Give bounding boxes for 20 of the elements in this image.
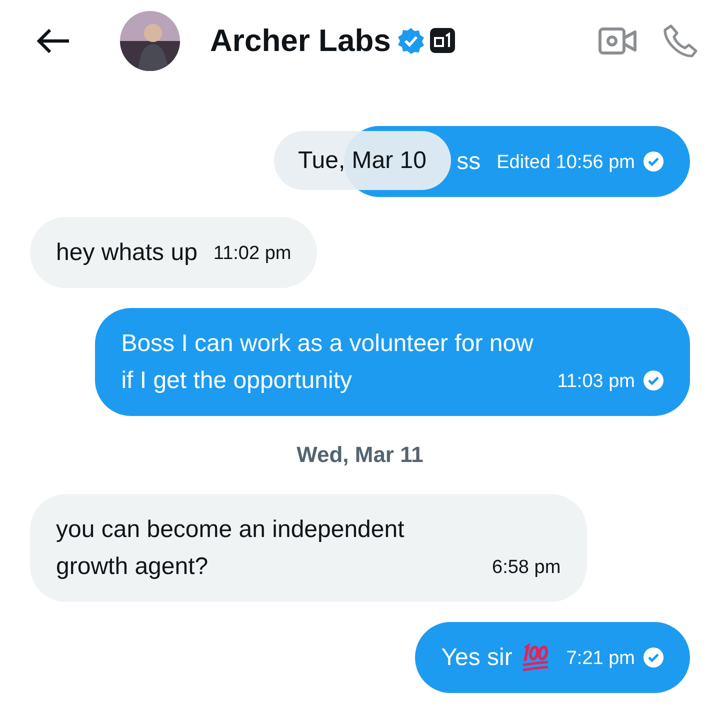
video-call-icon[interactable] (598, 26, 638, 56)
message-text: Yes sir (441, 643, 512, 673)
contact-name: Archer Labs (210, 23, 391, 59)
message-time: 11:03 pm (557, 370, 635, 394)
date-header: Tue, Mar 10 (274, 131, 450, 190)
message-bubble[interactable]: hey whats up 11:02 pm (30, 217, 318, 288)
back-arrow-icon[interactable] (36, 28, 70, 54)
message-text: ss (456, 147, 481, 177)
date-separator: Wed, Mar 11 (296, 441, 424, 469)
message-time: 6:58 pm (492, 556, 561, 580)
message-bubble[interactable]: Yes sir 7:21 pm (415, 622, 690, 693)
message-text: hey whats up (56, 238, 198, 268)
message-text: Boss I can work as a volunteer for now if I get the opportunity (121, 329, 534, 396)
message-bubble[interactable]: you can become an independent growth agent? 6:58 pm (30, 494, 587, 602)
message-time: Edited 10:56 pm (496, 151, 635, 175)
phone-icon[interactable] (662, 23, 698, 59)
message-time: 7:21 pm (566, 647, 635, 671)
message-text: you can become an independent growth agent? (56, 515, 406, 582)
message-bubble[interactable]: Boss I can work as a volunteer for now if I get the opportunity 11:03 pm (95, 308, 690, 416)
message-time: 11:02 pm (213, 242, 292, 266)
